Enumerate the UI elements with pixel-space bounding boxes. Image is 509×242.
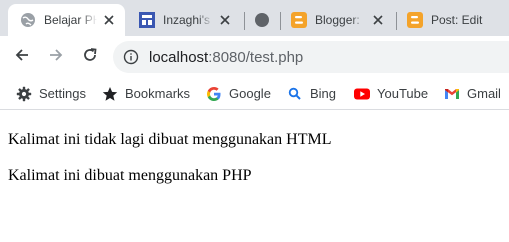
bookmark-gmail[interactable]: Gmail — [444, 78, 501, 109]
bookmarks-bar: Settings Bookmarks Google Bing YouTube G… — [0, 78, 509, 110]
bookmark-label: Settings — [39, 86, 86, 101]
bookmark-label: YouTube — [377, 86, 429, 101]
address-bar[interactable]: localhost:8080/test.php — [113, 41, 509, 73]
youtube-icon — [354, 86, 370, 102]
tab-strip: Belajar PHP Inzaghi's Blogger: — [0, 0, 509, 36]
paragraph-html: Kalimat ini tidak lagi dibuat menggunaka… — [8, 131, 332, 148]
gmail-icon — [444, 86, 460, 102]
circle-icon — [254, 12, 270, 28]
tab-title: Post: Edit — [431, 13, 483, 27]
bookmark-label: Google — [229, 86, 271, 101]
tab-divider — [280, 12, 281, 30]
bookmark-settings[interactable]: Settings — [16, 78, 86, 109]
tab-inzaghis[interactable]: Inzaghi's — [127, 4, 241, 36]
info-icon[interactable] — [123, 49, 139, 65]
bookmark-google[interactable]: Google — [206, 78, 271, 109]
url-text[interactable]: localhost:8080/test.php — [149, 49, 303, 66]
back-button[interactable] — [8, 43, 36, 71]
search-icon — [287, 86, 303, 102]
tab-title: Inzaghi's — [163, 13, 210, 27]
bookmark-bing[interactable]: Bing — [287, 78, 336, 109]
tab-belajar-php[interactable]: Belajar PHP — [8, 4, 125, 36]
bookmark-bookmarks[interactable]: Bookmarks — [102, 78, 190, 109]
bookmark-label: Bing — [310, 86, 337, 101]
close-icon[interactable] — [370, 12, 386, 28]
tab-title: Blogger: — [315, 13, 360, 27]
tab-title: Belajar PHP — [44, 13, 97, 27]
gear-icon — [16, 86, 32, 102]
url-path: :8080/test.php — [208, 48, 304, 66]
star-icon — [102, 86, 118, 102]
tab-post-edit[interactable]: Post: Edit — [398, 4, 509, 36]
tab-loading[interactable] — [246, 4, 278, 36]
forward-button[interactable] — [42, 43, 70, 71]
blogger-icon — [407, 12, 423, 28]
bookmark-youtube[interactable]: YouTube — [354, 78, 428, 109]
url-host: localhost — [149, 48, 209, 66]
bookmark-label: Bookmarks — [125, 86, 191, 101]
blogger-icon — [291, 12, 307, 28]
tab-blogger[interactable]: Blogger: — [282, 4, 394, 36]
arrow-left-icon — [14, 47, 30, 68]
page-content: Kalimat ini tidak lagi dibuat menggunaka… — [0, 111, 509, 242]
reload-icon — [82, 47, 98, 68]
inzaghi-site-icon — [139, 12, 155, 28]
tab-divider — [244, 12, 245, 30]
globe-icon — [20, 12, 36, 28]
close-icon[interactable] — [217, 12, 233, 28]
arrow-right-icon — [48, 47, 64, 68]
google-icon — [206, 86, 222, 102]
bookmark-label: Gmail — [467, 86, 501, 101]
tab-divider — [396, 12, 397, 30]
reload-button[interactable] — [76, 43, 104, 71]
close-icon[interactable] — [101, 12, 117, 28]
paragraph-php: Kalimat ini dibuat menggunakan PHP — [8, 167, 252, 184]
navigation-toolbar: localhost:8080/test.php — [0, 36, 509, 78]
